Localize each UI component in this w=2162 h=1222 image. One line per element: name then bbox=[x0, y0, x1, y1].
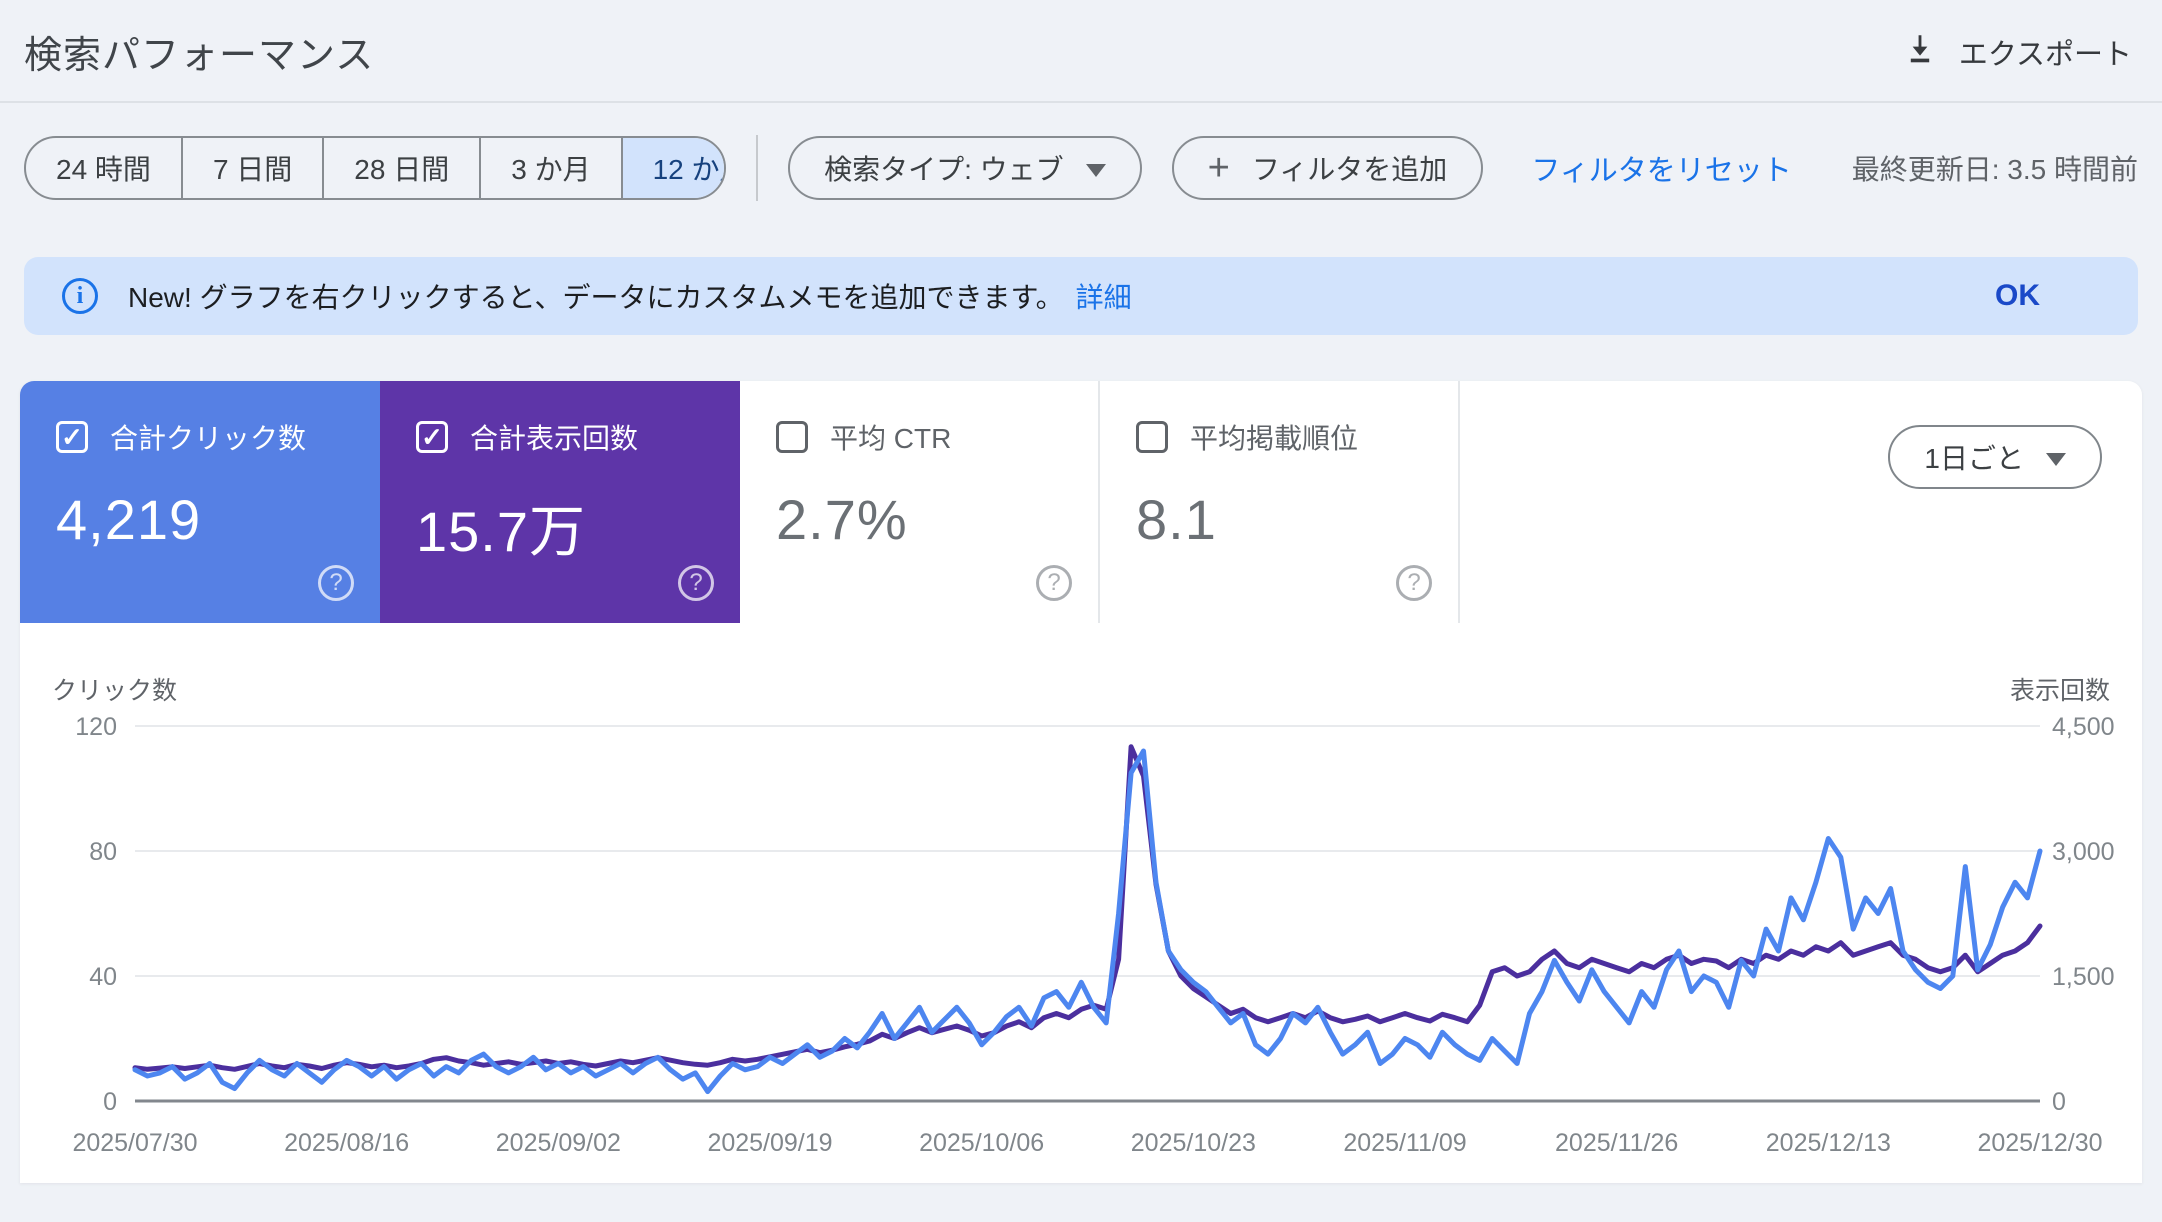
metric-label: 平均 CTR bbox=[830, 423, 952, 454]
banner-message: New! グラフを右クリックすると、データにカスタムメモを追加できます。 bbox=[128, 282, 1064, 313]
chart-line-impressions[interactable] bbox=[132, 744, 2043, 1072]
chevron-down-icon bbox=[1085, 163, 1106, 177]
download-icon bbox=[1903, 30, 1937, 74]
search-type-label: 検索タイプ: ウェブ bbox=[824, 154, 1064, 185]
right-axis-tick: 3,000 bbox=[2052, 838, 2115, 866]
checkbox-checked-icon[interactable]: ✓ bbox=[416, 421, 448, 453]
x-axis-tick: 2025/12/13 bbox=[1766, 1129, 1891, 1157]
add-filter-label: フィルタを追加 bbox=[1251, 154, 1448, 185]
x-axis-tick: 2025/07/30 bbox=[72, 1129, 197, 1157]
export-label: エクスポート bbox=[1958, 38, 2132, 71]
page-title: 検索パフォーマンス bbox=[24, 35, 375, 77]
x-axis-tick: 2025/10/23 bbox=[1131, 1129, 1256, 1157]
metric-card-average-ctr[interactable]: 平均 CTR 2.7% ? bbox=[740, 381, 1100, 623]
date-range-label: 28 日間 bbox=[354, 154, 450, 185]
date-range-label: 12 か月 bbox=[652, 154, 725, 185]
metric-label: 合計表示回数 bbox=[470, 423, 639, 454]
details-link[interactable]: 詳細 bbox=[1076, 276, 1132, 316]
metric-value: 4,219 bbox=[56, 488, 202, 551]
metric-cards-row: ✓ 合計クリック数 4,219 ? ✓ 合計表示回数 15.7万 ? 平均 CT… bbox=[20, 381, 2142, 623]
checkbox-unchecked-icon[interactable] bbox=[1136, 421, 1168, 453]
new-feature-banner: i New! グラフを右クリックすると、データにカスタムメモを追加できます。 詳… bbox=[24, 257, 2138, 335]
metric-card-average-position[interactable]: 平均掲載順位 8.1 ? bbox=[1100, 381, 1460, 623]
date-range-24h[interactable]: 24 時間 bbox=[26, 138, 181, 198]
filter-toolbar: 24 時間 7 日間 28 日間 3 か月 12 か月 検索タイプ: ウェブ +… bbox=[24, 135, 2138, 201]
x-axis-tick: 2025/10/06 bbox=[919, 1129, 1044, 1157]
add-filter-button[interactable]: + フィルタを追加 bbox=[1171, 136, 1484, 200]
left-axis-tick: 40 bbox=[89, 963, 117, 991]
search-type-dropdown[interactable]: 検索タイプ: ウェブ bbox=[788, 136, 1142, 200]
left-axis-tick: 120 bbox=[75, 713, 117, 741]
x-axis-tick: 2025/09/02 bbox=[496, 1129, 621, 1157]
x-axis-tick: 2025/09/19 bbox=[707, 1129, 832, 1157]
help-icon[interactable]: ? bbox=[1036, 565, 1072, 601]
chevron-down-icon bbox=[2046, 452, 2066, 466]
date-range-7d[interactable]: 7 日間 bbox=[180, 138, 322, 198]
date-range-12m[interactable]: 12 か月 bbox=[620, 138, 725, 198]
date-range-label: 24 時間 bbox=[56, 154, 151, 185]
date-range-label: 3 か月 bbox=[511, 154, 591, 185]
left-axis-tick: 80 bbox=[89, 838, 117, 866]
performance-chart[interactable]: クリック数 表示回数 0 40 80 120 0 1,500 3,000 4,500 2025/… bbox=[20, 623, 2142, 1183]
metric-card-total-clicks[interactable]: ✓ 合計クリック数 4,219 ? bbox=[20, 381, 380, 623]
granularity-dropdown[interactable]: 1日ごと bbox=[1888, 425, 2102, 489]
help-icon[interactable]: ? bbox=[1396, 565, 1432, 601]
right-axis-tick: 1,500 bbox=[2052, 963, 2115, 991]
right-axis-tick: 4,500 bbox=[2052, 713, 2115, 741]
right-axis-tick: 0 bbox=[2052, 1088, 2066, 1116]
help-icon[interactable]: ? bbox=[318, 565, 354, 601]
left-axis-tick: 0 bbox=[103, 1088, 117, 1116]
help-icon[interactable]: ? bbox=[678, 565, 714, 601]
metric-value: 15.7万 bbox=[416, 500, 586, 563]
plus-icon: + bbox=[1207, 147, 1230, 189]
checkbox-unchecked-icon[interactable] bbox=[776, 421, 808, 453]
info-icon: i bbox=[62, 278, 98, 314]
date-range-3m[interactable]: 3 か月 bbox=[479, 138, 620, 198]
page-header: 検索パフォーマンス エクスポート bbox=[0, 0, 2162, 101]
metric-card-total-impressions[interactable]: ✓ 合計表示回数 15.7万 ? bbox=[380, 381, 740, 623]
checkbox-checked-icon[interactable]: ✓ bbox=[56, 421, 88, 453]
metric-label: 平均掲載順位 bbox=[1190, 423, 1359, 454]
search-performance-page: 検索パフォーマンス エクスポート 24 時間 7 日間 28 日間 3 か月 1… bbox=[0, 0, 2162, 1222]
export-button[interactable]: エクスポート bbox=[1903, 30, 2132, 74]
header-divider bbox=[0, 101, 2162, 103]
metric-value: 2.7% bbox=[776, 488, 908, 551]
performance-panel: ✓ 合計クリック数 4,219 ? ✓ 合計表示回数 15.7万 ? 平均 CT… bbox=[20, 381, 2142, 1183]
last-updated-text: 最終更新日: 3.5 時間前 bbox=[1851, 154, 2138, 185]
x-axis-tick: 2025/11/26 bbox=[1555, 1129, 1678, 1157]
date-range-label: 7 日間 bbox=[212, 154, 293, 185]
date-range-28d[interactable]: 28 日間 bbox=[322, 138, 479, 198]
reset-filters-link[interactable]: フィルタをリセット bbox=[1531, 147, 1791, 189]
right-axis-title: 表示回数 bbox=[2009, 677, 2110, 705]
granularity-label: 1日ごと bbox=[1924, 443, 2024, 474]
chart-canvas[interactable]: 0 40 80 120 0 1,500 3,000 4,500 2025/07/30 2025/0… bbox=[20, 623, 2142, 1183]
banner-ok-button[interactable]: OK bbox=[1975, 279, 2100, 313]
chart-line-clicks[interactable] bbox=[132, 748, 2043, 1095]
x-axis-tick: 2025/12/30 bbox=[1977, 1129, 2102, 1157]
metric-label: 合計クリック数 bbox=[110, 423, 307, 454]
metric-value: 8.1 bbox=[1136, 488, 1217, 551]
x-axis-tick: 2025/11/09 bbox=[1343, 1129, 1466, 1157]
date-range-group: 24 時間 7 日間 28 日間 3 か月 12 か月 bbox=[24, 136, 727, 200]
left-axis-title: クリック数 bbox=[52, 677, 178, 705]
toolbar-divider bbox=[756, 135, 759, 201]
x-axis-tick: 2025/08/16 bbox=[284, 1129, 409, 1157]
